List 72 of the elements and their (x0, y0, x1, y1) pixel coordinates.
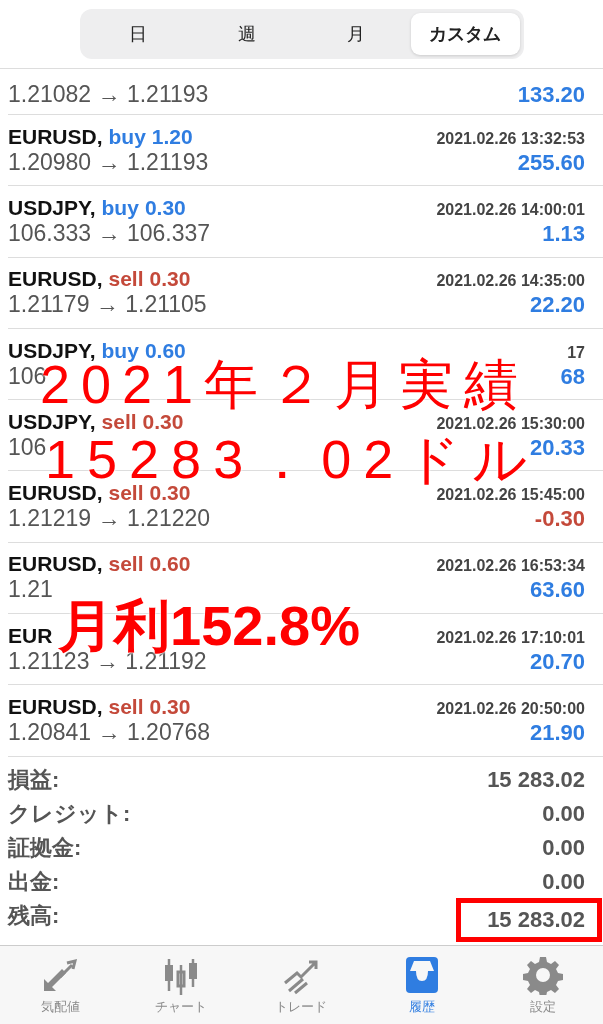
profit-value: 21.90 (529, 720, 585, 746)
trade-volume: 0.30 (149, 481, 191, 505)
profit-value: 20.33 (529, 434, 585, 461)
price-range: 1.21179 → 1.21105 (8, 291, 207, 319)
price-range: 1.21082 → 1.21193 (8, 81, 209, 108)
trade-side: sell (108, 481, 144, 505)
price-range: 1.20841 → 1.20768 (8, 719, 211, 746)
profit-value: 63.60 (529, 577, 585, 604)
trade-time: 2021.02.26 13:32:53 (436, 129, 585, 148)
summary-value: 15 283.02 (456, 897, 602, 942)
price-range: 106.333 → 106.337 (8, 219, 211, 247)
profit-value: -0.30 (534, 506, 585, 533)
summary-label: 証拠金: (8, 833, 82, 862)
trade-volume: 0.30 (142, 409, 184, 433)
period-tab[interactable]: 月 (301, 13, 411, 55)
symbol: EURUSD, (8, 124, 103, 148)
symbol: USDJPY, (8, 409, 96, 433)
trade-side: sell (108, 695, 144, 718)
profit-value: 133.20 (517, 82, 585, 108)
trade-time: 2021.02.26 15:45:00 (436, 486, 585, 505)
profit-value: 68 (560, 363, 585, 390)
tab-bar-item[interactable]: 設定 (482, 946, 603, 1024)
symbol: USDJPY, (8, 338, 96, 362)
price-range: 1.21219 → 1.21220 (8, 505, 211, 533)
price-range: 1.20980 → 1.21193 (8, 148, 209, 176)
trade-side: sell (108, 267, 144, 291)
tab-bar-item[interactable]: トレード (241, 946, 362, 1024)
trade-side: sell (108, 552, 144, 576)
tab-bar-item[interactable]: 気配値 (0, 946, 121, 1024)
price-range: 1.21 (8, 576, 53, 604)
trade-volume: 0.30 (149, 267, 191, 291)
summary-value: 15 283.02 (487, 766, 585, 793)
trade-volume: 1.20 (151, 124, 193, 148)
trade-volume: 0.30 (144, 195, 186, 219)
profit-value: 255.60 (517, 149, 585, 176)
symbol: EUR (8, 623, 53, 647)
summary-label: 残高: (8, 901, 60, 930)
summary-label: クレジット: (8, 799, 131, 828)
profit-value: 22.20 (529, 292, 585, 319)
profit-value: 1.13 (542, 220, 585, 247)
period-tab[interactable]: 週 (192, 13, 302, 55)
symbol: EURUSD, (8, 552, 103, 576)
settings-icon (522, 954, 563, 995)
trade-time: 2021.02.26 14:00:01 (436, 200, 585, 219)
trade-time: 2021.02.26 17:10:01 (436, 628, 585, 647)
price-range: 106 (8, 433, 47, 461)
period-tab[interactable]: カスタム (410, 13, 520, 55)
trade-volume: 0.60 (144, 338, 186, 362)
trade-volume: 0.30 (149, 695, 191, 718)
summary-value: 0.00 (542, 834, 585, 861)
trade-side: sell (101, 409, 137, 433)
symbol: USDJPY, (8, 195, 96, 219)
trade-time: 2021.02.26 15:30:00 (436, 414, 585, 433)
trade-side: buy (101, 195, 139, 219)
trade-volume: 0.60 (149, 552, 191, 576)
summary-label: 出金: (8, 867, 60, 896)
symbol: EURUSD, (8, 267, 103, 291)
trade-time: 2021.02.26 14:35:00 (436, 272, 585, 291)
profit-value: 20.70 (529, 648, 585, 675)
symbol: EURUSD, (8, 695, 103, 718)
trade-time: 2021.02.26 20:50:00 (436, 700, 585, 718)
tab-bar-item[interactable]: 履歴 (361, 946, 483, 1024)
symbol: EURUSD, (8, 481, 103, 505)
summary-value: 0.00 (542, 800, 585, 827)
trade-side: buy (108, 124, 146, 148)
summary-label: 損益: (8, 765, 60, 794)
summary-value: 0.00 (542, 868, 585, 895)
trade-side: buy (101, 338, 139, 362)
period-tab[interactable]: 日 (83, 13, 193, 55)
trade-time: 17 (567, 343, 585, 362)
tab-bar-item[interactable]: チャート (120, 946, 242, 1024)
trade-time: 2021.02.26 16:53:34 (436, 557, 585, 576)
